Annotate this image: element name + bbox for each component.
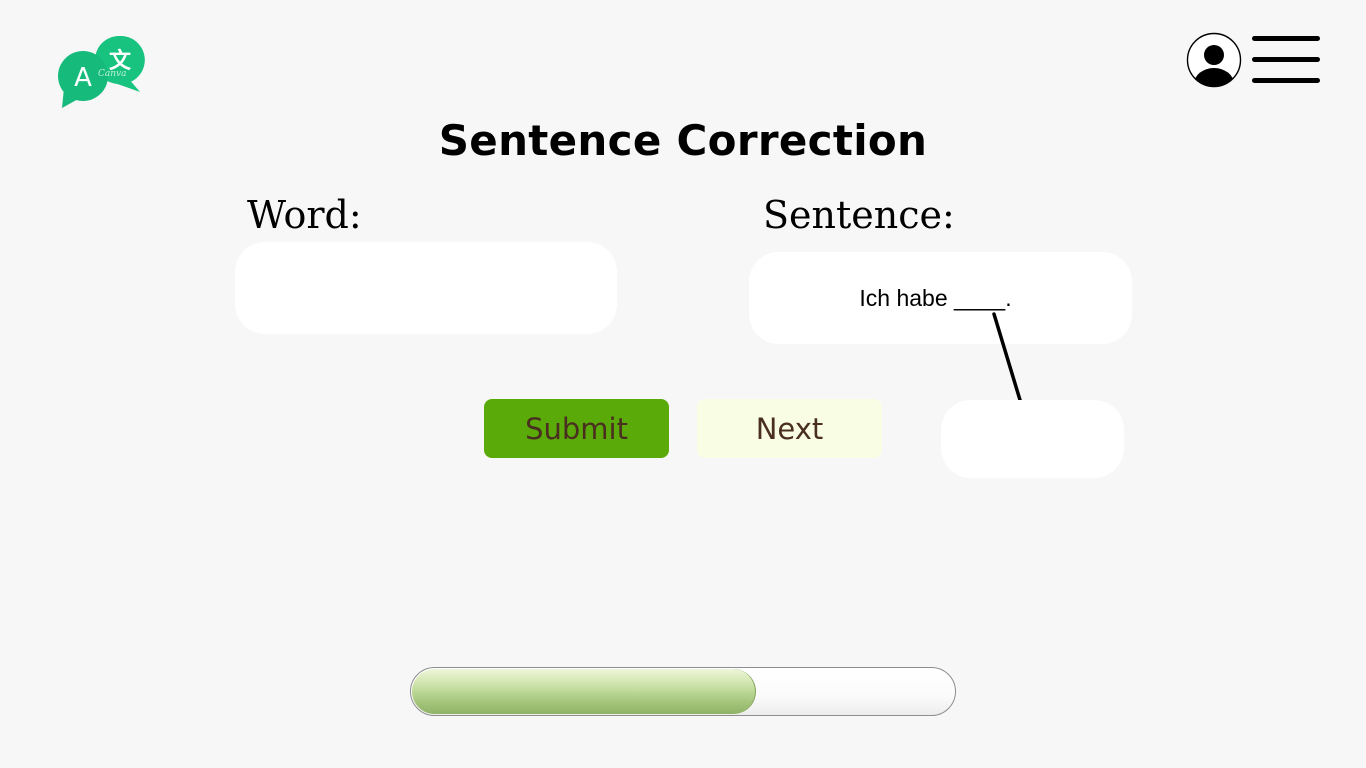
translate-chat-bubbles-icon: A 文 Canva bbox=[58, 35, 145, 108]
sentence-label: Sentence: bbox=[763, 193, 955, 237]
page-title: Sentence Correction bbox=[438, 116, 928, 165]
word-label: Word: bbox=[247, 193, 362, 237]
svg-text:A: A bbox=[74, 63, 92, 93]
blank-answer-input[interactable] bbox=[941, 400, 1124, 478]
menu-bar bbox=[1252, 36, 1320, 41]
menu-bar bbox=[1252, 57, 1320, 62]
progress-fill bbox=[412, 669, 756, 714]
progress-bar bbox=[410, 667, 956, 716]
profile-button[interactable] bbox=[1186, 32, 1242, 88]
sentence-box: Ich habe ____. bbox=[749, 252, 1132, 344]
menu-bar bbox=[1252, 78, 1320, 83]
user-avatar-icon bbox=[1186, 32, 1242, 88]
svg-text:Canva: Canva bbox=[98, 69, 127, 79]
submit-button[interactable]: Submit bbox=[484, 399, 669, 458]
menu-button[interactable] bbox=[1252, 36, 1322, 86]
app-logo: A 文 Canva bbox=[56, 34, 146, 110]
blank-connector-line bbox=[992, 312, 1022, 402]
next-button[interactable]: Next bbox=[697, 399, 882, 458]
word-input[interactable] bbox=[235, 242, 617, 334]
